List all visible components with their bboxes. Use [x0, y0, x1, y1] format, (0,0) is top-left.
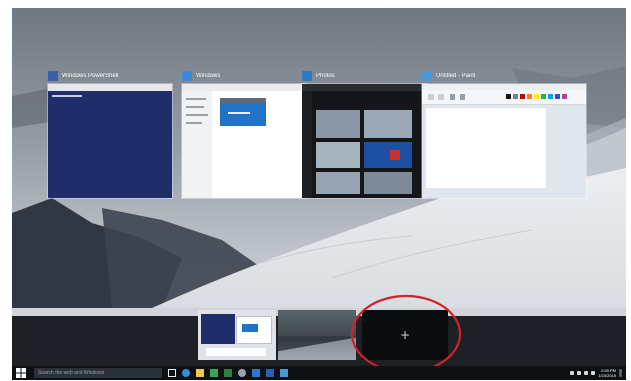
file-explorer-icon[interactable] — [196, 369, 204, 377]
console-line — [52, 95, 82, 97]
system-tray: 2:55 PM 1/23/2015 — [570, 368, 622, 378]
window-tile-header: Untitled - Paint — [422, 70, 586, 82]
desktop-thumbnail-1[interactable] — [198, 310, 276, 360]
desktop-2-landscape — [278, 336, 356, 360]
photo-thumb[interactable] — [316, 110, 360, 138]
explorer-thumbnail[interactable] — [182, 84, 306, 198]
mail-icon[interactable] — [252, 369, 260, 377]
show-desktop-button[interactable] — [619, 369, 622, 377]
network-icon[interactable] — [577, 371, 582, 375]
window-tile-explorer[interactable]: Windows — [182, 70, 306, 198]
photo-thumb[interactable] — [364, 142, 412, 168]
paint-icon — [422, 71, 432, 81]
paint-thumbnail[interactable] — [422, 84, 586, 198]
ribbon-tools — [428, 94, 567, 100]
titlebar — [302, 84, 426, 91]
clock-date: 1/23/2015 — [598, 373, 616, 378]
windows-start-icon[interactable] — [16, 368, 26, 378]
battery-icon[interactable] — [591, 371, 596, 375]
desktop-thumbnail-2[interactable] — [278, 310, 356, 360]
edge-icon[interactable] — [182, 369, 190, 377]
nav-line — [186, 122, 202, 124]
task-view-icon[interactable] — [168, 369, 176, 377]
settings-icon[interactable] — [238, 369, 246, 377]
highlight-circle — [350, 294, 462, 374]
photos-thumbnail[interactable] — [302, 84, 426, 198]
mini-window-content — [242, 324, 258, 332]
window-tile-header: Windows PowerShell — [48, 70, 172, 82]
paint-canvas[interactable] — [426, 108, 546, 188]
clock[interactable]: 2:55 PM 1/23/2015 — [598, 368, 616, 378]
mini-window — [206, 348, 266, 356]
powershell-thumbnail[interactable] — [48, 84, 172, 198]
desktop-screen: Windows PowerShell Windows Photos Untitl… — [12, 8, 626, 380]
titlebar — [182, 84, 306, 91]
nav-line — [186, 106, 204, 108]
explorer-icon — [182, 71, 192, 81]
volume-icon[interactable] — [584, 371, 589, 375]
window-tile-header: Photos — [302, 70, 426, 82]
window-tile-photos[interactable]: Photos — [302, 70, 426, 198]
photo-thumb[interactable] — [316, 142, 360, 168]
photo-thumb[interactable] — [316, 172, 360, 194]
word-icon[interactable] — [266, 369, 274, 377]
taskbar: Search the web and Windows 2:55 PM 1/23/… — [12, 366, 626, 380]
window-tile-header: Windows — [182, 70, 306, 82]
app-icon[interactable] — [224, 369, 232, 377]
chevron-up-icon[interactable] — [570, 371, 575, 375]
window-tile-powershell[interactable]: Windows PowerShell — [48, 70, 172, 198]
photo-thumb[interactable] — [364, 110, 412, 138]
photo-thumb[interactable] — [364, 172, 412, 194]
dialog-body — [220, 104, 266, 126]
nav-line — [186, 114, 208, 116]
titlebar — [48, 84, 172, 91]
dialog-text — [228, 112, 250, 114]
window-title: Windows — [196, 73, 221, 79]
window-title: Untitled - Paint — [436, 73, 476, 79]
taskbar-search-box[interactable]: Search the web and Windows — [34, 368, 162, 378]
mini-window — [201, 314, 235, 344]
nav-line — [186, 98, 206, 100]
store-icon[interactable] — [210, 369, 218, 377]
photos-icon — [302, 71, 312, 81]
window-title: Windows PowerShell — [62, 73, 119, 79]
powershell-icon — [48, 71, 58, 81]
window-tile-paint[interactable]: Untitled - Paint — [422, 70, 586, 198]
window-title: Photos — [316, 73, 335, 79]
paint-icon[interactable] — [280, 369, 288, 377]
app-rail — [302, 91, 312, 198]
photo-accent — [390, 150, 400, 160]
